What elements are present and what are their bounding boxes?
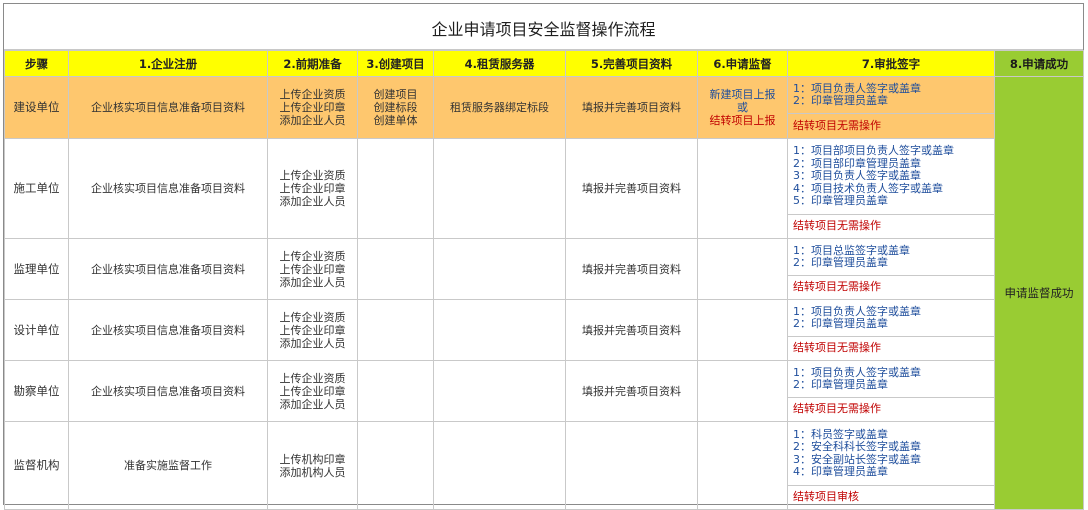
prepare-cell: 上传机构印章 添加机构人员 [267,421,358,510]
unit-name: 施工单位 [4,138,69,239]
unit-name: 勘察单位 [4,360,69,422]
approve-steps: 1：项目总监签字或盖章 2：印章管理员盖章 [787,238,995,276]
server-cell [433,360,566,422]
header-approve: 7.审批签字 [787,50,995,77]
approve-note: 结转项目审核 [787,485,995,510]
approve-note: 结转项目无需操作 [787,113,995,139]
approve-steps: 1：项目部项目负责人签字或盖章 2：项目部印章管理员盖章 3：项目负责人签字或盖… [787,138,995,215]
table-row: 设计单位 企业核实项目信息准备项目资料 上传企业资质 上传企业印章 添加企业人员… [4,299,1084,361]
unit-name: 设计单位 [4,299,69,361]
apply-or: 或 [737,101,748,114]
register-cell: 准备实施监督工作 [68,421,268,510]
create-cell [357,238,434,300]
server-cell [433,138,566,239]
complete-cell: 填报并完善项目资料 [565,360,698,422]
complete-cell: 填报并完善项目资料 [565,238,698,300]
prepare-cell: 上传企业资质 上传企业印章 添加企业人员 [267,360,358,422]
process-table: 步骤 1.企业注册 2.前期准备 3.创建项目 4.租赁服务器 5.完善项目资料… [4,50,1084,510]
approve-note: 结转项目无需操作 [787,214,995,239]
apply-cell [697,299,788,361]
apply-cell [697,138,788,239]
success-cell: 申请监督成功 [994,76,1084,510]
prepare-cell: 上传企业资质 上传企业印章 添加企业人员 [267,76,358,139]
prepare-cell: 上传企业资质 上传企业印章 添加企业人员 [267,299,358,361]
approve-note: 结转项目无需操作 [787,275,995,300]
flowchart-sheet: 企业申请项目安全监督操作流程 步骤 1.企业注册 2.前期准备 3.创建项目 4… [3,3,1084,510]
complete-cell: 填报并完善项目资料 [565,76,698,139]
complete-cell [565,421,698,510]
prepare-cell: 上传企业资质 上传企业印章 添加企业人员 [267,138,358,239]
header-server: 4.租赁服务器 [433,50,566,77]
apply-cell [697,360,788,422]
approve-note: 结转项目无需操作 [787,397,995,422]
sheet-title: 企业申请项目安全监督操作流程 [4,4,1083,50]
server-cell: 租赁服务器绑定标段 [433,76,566,139]
server-cell [433,299,566,361]
complete-cell: 填报并完善项目资料 [565,138,698,239]
header-step: 步骤 [4,50,69,77]
unit-name: 监督机构 [4,421,69,510]
unit-name: 建设单位 [4,76,69,139]
register-cell: 企业核实项目信息准备项目资料 [68,138,268,239]
table-row: 监督机构 准备实施监督工作 上传机构印章 添加机构人员 1：科员签字或盖章 2：… [4,421,1084,510]
apply-cell: 新建项目上报 或 结转项目上报 [697,76,788,139]
register-cell: 企业核实项目信息准备项目资料 [68,238,268,300]
header-register: 1.企业注册 [68,50,268,77]
create-cell [357,421,434,510]
header-prepare: 2.前期准备 [267,50,358,77]
header-apply: 6.申请监督 [697,50,788,77]
table-row: 监理单位 企业核实项目信息准备项目资料 上传企业资质 上传企业印章 添加企业人员… [4,238,1084,300]
apply-cell [697,421,788,510]
create-cell: 创建项目 创建标段 创建单体 [357,76,434,139]
unit-name: 监理单位 [4,238,69,300]
apply-carryover-project: 结转项目上报 [709,114,776,127]
approve-note: 结转项目无需操作 [787,336,995,361]
apply-cell [697,238,788,300]
header-create: 3.创建项目 [357,50,434,77]
server-cell [433,238,566,300]
prepare-cell: 上传企业资质 上传企业印章 添加企业人员 [267,238,358,300]
create-cell [357,360,434,422]
header-complete: 5.完善项目资料 [565,50,698,77]
table-row: 施工单位 企业核实项目信息准备项目资料 上传企业资质 上传企业印章 添加企业人员… [4,138,1084,239]
register-cell: 企业核实项目信息准备项目资料 [68,299,268,361]
approve-steps: 1：项目负责人签字或盖章 2：印章管理员盖章 [787,76,995,114]
apply-new-project: 新建项目上报 [709,88,776,101]
create-cell [357,299,434,361]
create-cell [357,138,434,239]
server-cell [433,421,566,510]
register-cell: 企业核实项目信息准备项目资料 [68,76,268,139]
approve-steps: 1：科员签字或盖章 2：安全科科长签字或盖章 3：安全副站长签字或盖章 4：印章… [787,421,995,486]
header-success: 8.申请成功 [994,50,1084,77]
complete-cell: 填报并完善项目资料 [565,299,698,361]
header-row: 步骤 1.企业注册 2.前期准备 3.创建项目 4.租赁服务器 5.完善项目资料… [4,50,1084,77]
table-row: 建设单位 企业核实项目信息准备项目资料 上传企业资质 上传企业印章 添加企业人员… [4,76,1084,510]
approve-steps: 1：项目负责人签字或盖章 2：印章管理员盖章 [787,360,995,398]
approve-steps: 1：项目负责人签字或盖章 2：印章管理员盖章 [787,299,995,337]
table-row: 勘察单位 企业核实项目信息准备项目资料 上传企业资质 上传企业印章 添加企业人员… [4,360,1084,422]
register-cell: 企业核实项目信息准备项目资料 [68,360,268,422]
